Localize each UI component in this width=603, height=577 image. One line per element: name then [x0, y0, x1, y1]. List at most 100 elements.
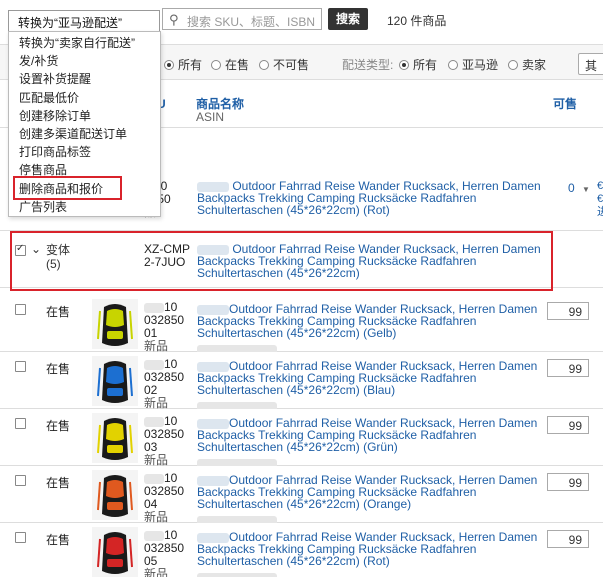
product-title-text: Outdoor Fahrrad Reise Wander Rucksack, H…: [197, 530, 538, 568]
fulfillment-filter-amazon[interactable]: 亚马逊: [448, 56, 498, 73]
table-row: 在售 10 032850 01 新品 Outdoor Fahrrad Reise Wand…: [0, 295, 603, 355]
side-glyph: €: [597, 193, 603, 205]
sku-fragment: 10: [164, 300, 178, 314]
redacted-sku: [144, 530, 164, 541]
result-count: 120 件商品: [387, 14, 447, 28]
product-title-link[interactable]: Outdoor Fahrrad Reise Wander Rucksack, H…: [197, 417, 542, 469]
status-text: 在售: [46, 362, 71, 376]
status-text: 在售: [46, 305, 71, 319]
sku-fragment: 10: [164, 528, 178, 542]
sku-cell: 10 032850 05 新品: [144, 529, 194, 577]
backpack-accent: [106, 537, 124, 555]
table-row: 在售 10 032850 03 新品 Outdoor Fahrrad Reise Wand…: [0, 409, 603, 469]
sku-fragment: 10: [164, 357, 178, 371]
radio-icon: [164, 60, 174, 70]
status-text: 在售: [46, 476, 71, 490]
radio-label: 卖家: [522, 58, 547, 72]
backpack-pocket: [107, 502, 123, 510]
menu-item[interactable]: 发/补货: [19, 52, 58, 69]
backpack-pocket: [107, 559, 123, 567]
product-title-link[interactable]: Outdoor Fahrrad Reise Wander Rucksack, H…: [197, 180, 542, 216]
available-number: 0: [568, 181, 575, 195]
side-glyph: 进: [597, 206, 603, 218]
product-title-text: Outdoor Fahrrad Reise Wander Rucksack, H…: [197, 179, 541, 217]
backpack-accent: [106, 366, 124, 384]
row-checkbox[interactable]: [15, 361, 26, 372]
product-title-link[interactable]: Outdoor Fahrrad Reise Wander Rucksack, H…: [197, 360, 542, 412]
redacted-sku: [144, 473, 164, 484]
variation-row-highlight: [10, 231, 553, 291]
backpack-accent: [106, 309, 124, 327]
status-text: 在售: [46, 533, 71, 547]
row-side-links[interactable]: € € 进: [597, 180, 603, 219]
radio-label: 所有: [413, 58, 438, 72]
quantity-input[interactable]: 99: [547, 416, 589, 434]
product-title-text: Outdoor Fahrrad Reise Wander Rucksack, H…: [197, 359, 538, 397]
radio-label: 在售: [225, 58, 250, 72]
caret-down-icon: ▼: [582, 185, 590, 194]
radio-label: 亚马逊: [462, 58, 499, 72]
backpack-accent: [106, 480, 124, 498]
quantity-input[interactable]: 99: [547, 530, 589, 548]
available-value[interactable]: 0 ▼: [568, 181, 590, 195]
side-glyph: €: [597, 180, 603, 192]
menu-item[interactable]: 创建多渠道配送订单: [19, 125, 127, 142]
status-filter-inactive[interactable]: 不可售: [259, 56, 309, 73]
fulfillment-filter-all[interactable]: 所有: [399, 56, 437, 73]
redacted-asin: [197, 571, 542, 577]
table-row: 在售 10 032850 05 新品 Outdoor Fahrrad Reise Wand…: [0, 523, 603, 577]
radio-icon: [211, 60, 221, 70]
quantity-input[interactable]: 99: [547, 359, 589, 377]
radio-label: 不可售: [273, 58, 310, 72]
quantity-input[interactable]: 99: [547, 302, 589, 320]
backpack-pocket: [107, 388, 123, 396]
search-button[interactable]: 搜索: [328, 8, 368, 30]
table-row: 在售 10 032850 02 新品 Outdoor Fahrrad Reise Wand…: [0, 352, 603, 412]
status-filter-active[interactable]: 在售: [211, 56, 249, 73]
menu-item[interactable]: 设置补货提醒: [19, 70, 91, 87]
bulk-action-select[interactable]: 转换为“亚马逊配送”: [8, 10, 160, 32]
more-button[interactable]: 其: [578, 53, 603, 75]
redacted-sku: [144, 302, 164, 313]
product-thumbnail[interactable]: [92, 413, 138, 463]
backpack-pocket: [107, 445, 123, 453]
row-checkbox[interactable]: [15, 532, 26, 543]
product-thumbnail[interactable]: [92, 527, 138, 577]
menu-item[interactable]: 转换为“卖家自行配送”: [19, 34, 135, 51]
menu-item[interactable]: 创建移除订单: [19, 107, 91, 124]
sku-cell: 10 032850 01 新品: [144, 301, 194, 353]
product-title-text: Outdoor Fahrrad Reise Wander Rucksack, H…: [197, 473, 538, 511]
row-checkbox[interactable]: [15, 475, 26, 486]
menu-item[interactable]: 打印商品标签: [19, 143, 91, 160]
table-row: 在售 10 032850 04 新品 Outdoor Fahrrad Reise Wand…: [0, 466, 603, 526]
menu-item[interactable]: 匹配最低价: [19, 89, 79, 106]
status-filter-all[interactable]: 所有: [164, 56, 202, 73]
product-thumbnail[interactable]: [92, 299, 138, 349]
product-title-text: Outdoor Fahrrad Reise Wander Rucksack, H…: [197, 302, 538, 340]
status-text: 在售: [46, 419, 71, 433]
row-checkbox[interactable]: [15, 304, 26, 315]
fulfillment-label: 配送类型:: [342, 58, 394, 72]
sku-fragment: 10: [164, 471, 178, 485]
backpack-pocket: [107, 331, 123, 339]
product-title-link[interactable]: Outdoor Fahrrad Reise Wander Rucksack, H…: [197, 303, 542, 355]
column-available[interactable]: 可售: [553, 95, 577, 112]
search-placeholder: 搜索 SKU、标题、ISBN: [187, 15, 316, 29]
product-title-link[interactable]: Outdoor Fahrrad Reise Wander Rucksack, H…: [197, 474, 542, 526]
quantity-input[interactable]: 99: [547, 473, 589, 491]
redacted-sku: [144, 416, 164, 427]
menu-item[interactable]: 广告列表: [19, 198, 67, 215]
sku-cell: 10 032850 04 新品: [144, 472, 194, 524]
condition-text: 新品: [144, 567, 169, 577]
row-checkbox[interactable]: [15, 418, 26, 429]
column-asin: ASIN: [196, 110, 225, 124]
redacted-asin-bar: [197, 572, 277, 577]
search-input[interactable]: ⚲ 搜索 SKU、标题、ISBN: [162, 8, 322, 30]
search-icon: ⚲: [169, 12, 179, 27]
product-thumbnail[interactable]: [92, 470, 138, 520]
product-thumbnail[interactable]: [92, 356, 138, 406]
product-title-link[interactable]: Outdoor Fahrrad Reise Wander Rucksack, H…: [197, 531, 542, 577]
product-title-text: Outdoor Fahrrad Reise Wander Rucksack, H…: [197, 416, 538, 454]
fulfillment-filter-merchant[interactable]: 卖家: [508, 56, 546, 73]
sku-fragment: 10: [164, 414, 178, 428]
